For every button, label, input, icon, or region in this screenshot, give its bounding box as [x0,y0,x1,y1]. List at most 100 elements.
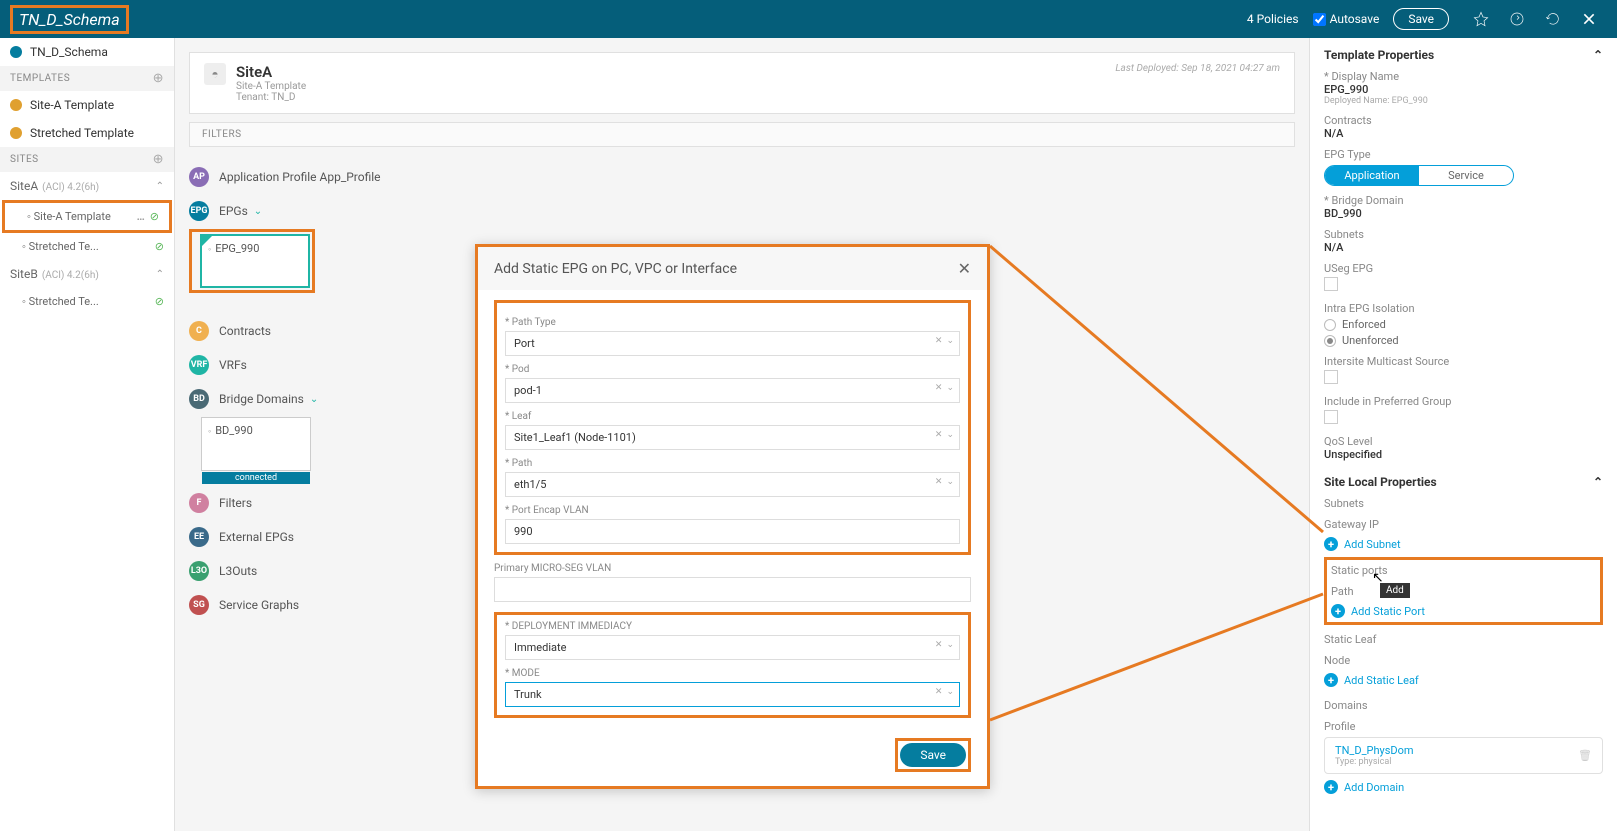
add-static-epg-modal: Add Static EPG on PC, VPC or Interface ✕… [475,244,990,789]
domain-card[interactable]: TN_D_PhysDom Type: physical 🗑 [1324,737,1603,774]
preferred-group-label: Include in Preferred Group [1324,395,1603,408]
sidebar-sites-header: SITES⊕ [0,147,174,172]
clear-icon[interactable]: ✕ [935,640,943,650]
chevron-down-icon[interactable]: ⌄ [254,206,262,217]
clear-icon[interactable]: ✕ [935,477,943,487]
profile-label: Profile [1324,720,1603,733]
epg-type-application[interactable]: Application [1325,166,1419,185]
add-static-leaf-button[interactable]: +Add Static Leaf [1324,673,1603,687]
radio-icon[interactable] [1324,319,1336,331]
chevron-down-icon[interactable]: ⌄ [946,430,954,440]
leaf-select[interactable] [505,425,960,450]
sidebar-site-b[interactable]: SiteB(ACI) 4.2(6h)⌃ [0,260,174,288]
template-properties-header[interactable]: Template Properties⌃ [1324,48,1603,62]
micro-seg-label: Primary MICRO-SEG VLAN [494,563,971,574]
refresh-icon[interactable] [1507,9,1527,29]
more-icon[interactable]: … [137,210,146,223]
clear-icon[interactable]: ✕ [935,430,943,440]
pod-select[interactable] [505,378,960,403]
radio-icon[interactable] [1324,335,1336,347]
filters-bar[interactable]: FILTERS [189,122,1295,147]
section-epgs[interactable]: EPGEPGs⌄ [189,201,1295,221]
epg-type-toggle[interactable]: Application Service [1324,165,1514,186]
static-leaf-label: Static Leaf [1324,633,1603,646]
left-sidebar: TN_D_Schema TEMPLATES⊕ Site-A Template S… [0,38,175,831]
add-static-port-button[interactable]: +Add Static Port [1331,604,1596,618]
chevron-down-icon[interactable]: ⌄ [946,640,954,650]
deployment-select[interactable] [505,635,960,660]
vlan-label: * Port Encap VLAN [505,505,960,516]
subnets2-label: Subnets [1324,497,1603,510]
sidebar-site-b-stretched[interactable]: ◦ Stretched Te...⊘ [0,288,174,315]
domains-label: Domains [1324,699,1603,712]
clear-icon[interactable]: ✕ [935,687,943,697]
path-select[interactable] [505,472,960,497]
bridge-domain-value: BD_990 [1324,207,1603,220]
preferred-group-checkbox[interactable] [1324,410,1338,424]
template-subtitle: Site-A Template [236,81,306,92]
epg-type-service[interactable]: Service [1419,166,1513,185]
sidebar-template-stretched[interactable]: Stretched Template [0,119,174,147]
port-path-label: Path [1331,585,1596,598]
qos-value: Unspecified [1324,448,1603,461]
add-domain-button[interactable]: +Add Domain [1324,780,1603,794]
bd-tile[interactable]: ◦BD_990 connected [201,417,311,471]
chevron-down-icon[interactable]: ⌄ [946,687,954,697]
intersite-checkbox[interactable] [1324,370,1338,384]
site-title: SiteA [236,63,306,81]
sidebar-template-site-a[interactable]: Site-A Template [0,91,174,119]
add-template-icon[interactable]: ⊕ [153,71,164,86]
clear-icon[interactable]: ✕ [935,336,943,346]
chevron-down-icon[interactable]: ⌄ [310,394,318,405]
autosave-toggle[interactable]: Autosave [1313,12,1380,26]
chevron-down-icon[interactable]: ⌄ [946,383,954,393]
section-app-profile[interactable]: APApplication Profile App_Profile [189,167,1295,187]
contracts-label: Contracts [1324,114,1603,127]
vlan-input[interactable] [505,519,960,544]
policies-count[interactable]: 4 Policies [1247,12,1299,26]
micro-seg-input[interactable] [494,577,971,602]
undo-icon[interactable] [1543,9,1563,29]
sidebar-schema[interactable]: TN_D_Schema [0,38,174,66]
save-button[interactable]: Save [1393,8,1449,30]
epg-tile[interactable]: ◦EPG_990 [200,234,310,288]
path-type-label: * Path Type [505,317,960,328]
chevron-up-icon: ⌃ [156,269,164,280]
trash-icon[interactable]: 🗑 [1578,749,1592,762]
deployed-name: Deployed Name: EPG_990 [1324,96,1603,106]
check-icon: ⊘ [155,295,164,308]
plus-icon: + [1324,673,1338,687]
add-site-icon[interactable]: ⊕ [153,152,164,167]
sidebar-site-a[interactable]: SiteA(ACI) 4.2(6h)⌃ [0,172,174,200]
autosave-checkbox[interactable] [1313,13,1326,26]
site-local-header[interactable]: Site Local Properties⌃ [1324,475,1603,489]
star-icon[interactable] [1471,9,1491,29]
leaf-label: * Leaf [505,411,960,422]
chevron-up-icon[interactable]: ⌃ [1593,475,1603,489]
intersite-multicast-label: Intersite Multicast Source [1324,355,1603,368]
sidebar-site-a-stretched[interactable]: ◦ Stretched Te...⊘ [0,233,174,260]
modal-save-highlight: Save [895,738,971,772]
path-type-select[interactable] [505,331,960,356]
qos-label: QoS Level [1324,435,1603,448]
close-icon[interactable] [1579,9,1599,29]
modal-fields-highlight: * Path Type ✕⌄ * Pod ✕⌄ * Leaf ✕⌄ * Path… [494,300,971,555]
useg-checkbox[interactable] [1324,277,1338,291]
pod-label: * Pod [505,364,960,375]
sidebar-templates-header: TEMPLATES⊕ [0,66,174,91]
sidebar-site-a-template-a[interactable]: ◦ Site-A Template…⊘ [2,200,172,233]
check-icon: ⊘ [155,240,164,253]
add-tooltip: Add [1380,583,1410,598]
chevron-down-icon[interactable]: ⌄ [946,336,954,346]
schema-title: TN_D_Schema [10,5,129,34]
modal-save-button[interactable]: Save [900,743,966,767]
close-icon[interactable]: ✕ [958,259,971,278]
isolation-enforced-row[interactable]: Enforced [1324,318,1603,331]
chevron-down-icon[interactable]: ⌄ [946,477,954,487]
add-subnet-button[interactable]: +Add Subnet [1324,537,1603,551]
clear-icon[interactable]: ✕ [935,383,943,393]
mode-select[interactable] [505,682,960,707]
chevron-up-icon[interactable]: ⌃ [1593,48,1603,62]
isolation-unenforced-row[interactable]: Unenforced [1324,334,1603,347]
mode-label: * MODE [505,668,960,679]
